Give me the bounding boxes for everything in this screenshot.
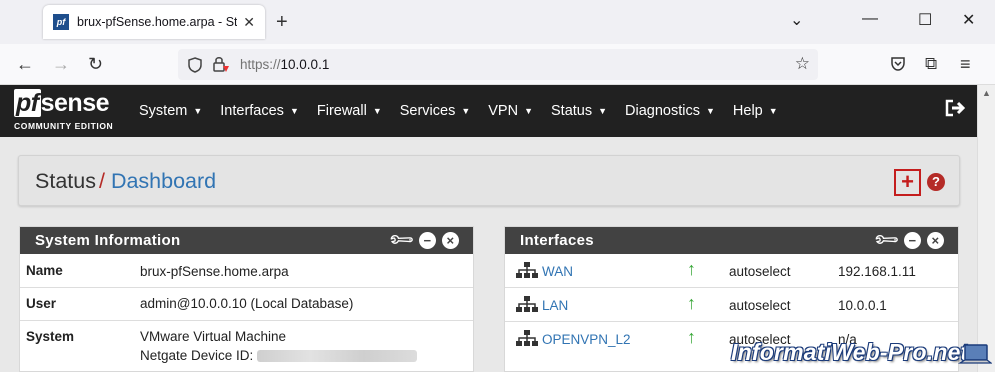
tab-title: brux-pfSense.home.arpa - Status [77, 15, 237, 29]
menu-services[interactable]: Services ▼ [391, 85, 480, 137]
caret-down-icon: ▼ [598, 106, 608, 116]
watermark-text: InformatiWeb-Pro.net [731, 339, 969, 365]
status-up-arrow-icon: ↑ [687, 259, 696, 279]
device-id-row: Netgate Device ID: [140, 348, 418, 363]
main-menu: System ▼ Interfaces ▼ Firewall ▼ Services ▼ … [130, 85, 787, 137]
interface-link-openvpn-l2[interactable]: OPENVPN_L2 [542, 332, 631, 347]
menu-vpn[interactable]: VPN ▼ [479, 85, 542, 137]
device-id-label: Netgate Device ID: [140, 348, 254, 363]
caret-down-icon: ▼ [193, 106, 203, 116]
redacted-device-id [257, 350, 418, 363]
widget-title: System Information [35, 232, 181, 249]
widget-title: Interfaces [520, 232, 594, 249]
scroll-up-arrow-icon[interactable]: ▲ [982, 89, 991, 98]
forward-arrow-icon[interactable]: → [52, 54, 70, 75]
address-bar[interactable]: https://10.0.0.1 ☆ [178, 49, 818, 80]
pocket-icon[interactable] [890, 56, 906, 72]
menu-firewall[interactable]: Firewall ▼ [308, 85, 391, 137]
close-widget-icon[interactable]: × [442, 231, 459, 249]
table-row: WAN ↑ autoselect 192.168.1.11 [505, 254, 958, 288]
row-key: User [26, 296, 57, 311]
close-tab-icon[interactable]: ✕ [243, 14, 255, 31]
system-information-widget: System Information 🔧︎ − × Name brux-pfSe… [19, 226, 474, 372]
lock-warning-icon[interactable] [212, 56, 230, 73]
widget-header: System Information 🔧︎ − × [20, 227, 473, 254]
reload-icon[interactable]: ↻ [88, 54, 103, 75]
interface-ip: 10.0.0.1 [838, 298, 887, 313]
table-row: System VMware Virtual Machine Netgate De… [20, 321, 473, 371]
caret-down-icon: ▼ [461, 106, 471, 116]
status-up-arrow-icon: ↑ [687, 293, 696, 313]
widget-header: Interfaces 🔧︎ − × [505, 227, 958, 254]
menu-help[interactable]: Help ▼ [724, 85, 787, 137]
row-value: admin@10.0.0.10 (Local Database) [140, 296, 354, 311]
menu-system[interactable]: System ▼ [130, 85, 211, 137]
wrench-settings-icon[interactable]: 🔧︎ [872, 227, 901, 254]
network-sitemap-icon [516, 296, 538, 312]
logout-icon[interactable] [945, 99, 965, 117]
breadcrumb-bar: Status / Dashboard + ? [18, 155, 960, 206]
breadcrumb-parent[interactable]: Status [35, 169, 96, 193]
minimize-widget-icon[interactable]: − [904, 231, 921, 249]
extensions-puzzle-icon[interactable]: ⧉ [925, 54, 937, 74]
logo-edition: COMMUNITY EDITION [14, 121, 114, 131]
row-key: System [26, 329, 75, 344]
pfsense-favicon-icon: pf [53, 14, 69, 30]
tab-list-chevron-icon[interactable]: ⌄ [790, 10, 803, 30]
laptop-icon [958, 344, 992, 364]
new-tab-icon[interactable]: + [276, 11, 288, 34]
table-row: LAN ↑ autoselect 10.0.0.1 [505, 288, 958, 322]
maximize-window-icon[interactable]: ☐ [918, 10, 932, 30]
interface-link-wan[interactable]: WAN [542, 264, 573, 279]
interface-ip: 192.168.1.11 [838, 264, 916, 279]
shield-icon[interactable] [188, 57, 202, 73]
close-widget-icon[interactable]: × [927, 231, 944, 249]
status-up-arrow-icon: ↑ [687, 327, 696, 347]
browser-nav-bar: ← → ↻ https://10.0.0.1 ☆ ⧉ ≡ [0, 44, 995, 85]
hamburger-menu-icon[interactable]: ≡ [960, 54, 971, 75]
browser-tab-bar: pf brux-pfSense.home.arpa - Status ✕ + ⌄… [0, 0, 995, 44]
add-widget-plus-icon[interactable]: + [894, 169, 921, 196]
caret-down-icon: ▼ [706, 106, 715, 116]
caret-down-icon: ▼ [372, 106, 382, 116]
wrench-settings-icon[interactable]: 🔧︎ [387, 227, 416, 254]
menu-diagnostics[interactable]: Diagnostics ▼ [616, 85, 724, 137]
close-window-icon[interactable]: ✕ [962, 10, 975, 30]
caret-down-icon: ▼ [289, 106, 299, 116]
minimize-window-icon[interactable]: — [862, 10, 878, 28]
url-scheme: https:// [240, 57, 281, 72]
url-host: 10.0.0.1 [280, 57, 330, 72]
row-value: VMware Virtual Machine [140, 329, 287, 344]
row-value: brux-pfSense.home.arpa [140, 264, 289, 279]
interface-media: autoselect [729, 264, 791, 279]
table-row: Name brux-pfSense.home.arpa [20, 254, 473, 288]
row-key: Name [26, 263, 63, 278]
caret-down-icon: ▼ [768, 106, 778, 116]
caret-down-icon: ▼ [524, 106, 534, 116]
menu-interfaces[interactable]: Interfaces ▼ [211, 85, 308, 137]
back-arrow-icon[interactable]: ← [16, 54, 34, 75]
pfsense-logo[interactable]: pfsense COMMUNITY EDITION [14, 89, 122, 133]
menu-status[interactable]: Status ▼ [542, 85, 616, 137]
page-scrollbar[interactable]: ▲ [977, 85, 995, 372]
interface-link-lan[interactable]: LAN [542, 298, 568, 313]
browser-tab[interactable]: pf brux-pfSense.home.arpa - Status ✕ [43, 5, 265, 39]
minimize-widget-icon[interactable]: − [419, 231, 436, 249]
network-sitemap-icon [516, 262, 538, 278]
breadcrumb: Status / Dashboard [35, 169, 216, 194]
breadcrumb-separator: / [98, 169, 105, 193]
breadcrumb-current[interactable]: Dashboard [111, 169, 216, 193]
interface-media: autoselect [729, 298, 791, 313]
network-sitemap-icon [516, 330, 538, 346]
table-row: User admin@10.0.0.10 (Local Database) [20, 288, 473, 321]
bookmark-star-icon[interactable]: ☆ [795, 54, 810, 74]
logo-wordmark: pfsense [14, 89, 110, 117]
pfsense-top-navbar: pfsense COMMUNITY EDITION System ▼ Interf… [0, 85, 977, 137]
url-text[interactable]: https://10.0.0.1 [240, 57, 329, 72]
help-question-icon[interactable]: ? [927, 173, 945, 191]
